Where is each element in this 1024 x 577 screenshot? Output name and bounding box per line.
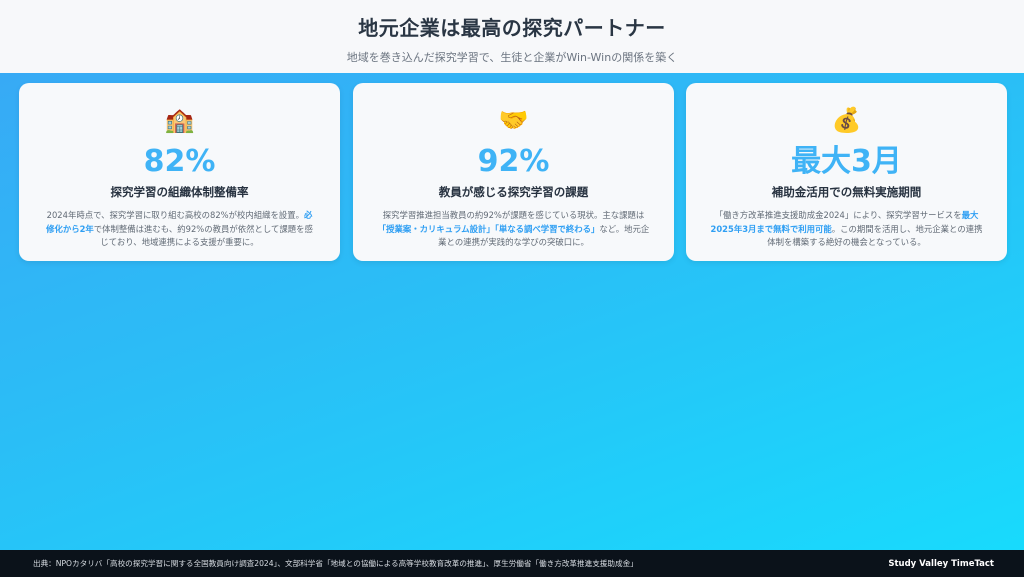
stat-label: 教員が感じる探究学習の課題	[438, 185, 589, 199]
handshake-icon: 🤝	[498, 106, 529, 134]
footer: 出典：NPOカタリバ「高校の探究学習に関する全国教員向け調査2024」、文部科学…	[0, 550, 1024, 577]
stat-card-organization: 🏫 82% 探究学習の組織体制整備率 2024年時点で、探究学習に取り組む高校の…	[19, 83, 340, 261]
stat-label: 補助金活用での無料実施期間	[771, 185, 922, 199]
header: 地元企業は最高の探究パートナー 地域を巻き込んだ探究学習で、生徒と企業がWin-…	[0, 0, 1024, 73]
stat-value: 92%	[477, 144, 550, 179]
stat-cards: 🏫 82% 探究学習の組織体制整備率 2024年時点で、探究学習に取り組む高校の…	[19, 83, 1007, 261]
stat-description: 探究学習推進担当教員の約92%が課題を感じている現状。主な課題は「授業案・カリキ…	[377, 209, 650, 250]
stat-card-teacher-issues: 🤝 92% 教員が感じる探究学習の課題 探究学習推進担当教員の約92%が課題を感…	[353, 83, 674, 261]
desc-text: 「働き方改革推進支援助成金2024」により、探究学習サービスを	[714, 210, 962, 220]
source-citation: 出典：NPOカタリバ「高校の探究学習に関する全国教員向け調査2024」、文部科学…	[33, 559, 638, 568]
page-title: 地元企業は最高の探究パートナー	[358, 16, 666, 40]
stat-value: 82%	[143, 144, 216, 179]
stat-label: 探究学習の組織体制整備率	[110, 185, 249, 199]
desc-text: 2024年時点で、探究学習に取り組む高校の82%が校内組織を設置。	[46, 210, 304, 220]
school-building-icon: 🏫	[164, 106, 195, 134]
brand-name: Study Valley TimeTact	[888, 558, 994, 569]
page-subtitle: 地域を巻き込んだ探究学習で、生徒と企業がWin-Winの関係を築く	[346, 51, 678, 64]
money-bag-icon: 💰	[831, 106, 862, 134]
desc-text: 探究学習推進担当教員の約92%が課題を感じている現状。主な課題は	[382, 210, 645, 220]
desc-text: で体制整備は進むも、約92%の教員が依然として課題を感じており、地域連携による支…	[93, 223, 313, 248]
stat-value: 最大3月	[791, 144, 902, 179]
desc-highlight: 「授業案・カリキュラム設計」「単なる調べ学習で終わる」	[377, 223, 600, 234]
stat-description: 2024年時点で、探究学習に取り組む高校の82%が校内組織を設置。必修化から2年…	[43, 209, 316, 250]
stat-card-subsidy: 💰 最大3月 補助金活用での無料実施期間 「働き方改革推進支援助成金2024」に…	[686, 83, 1007, 261]
stat-description: 「働き方改革推進支援助成金2024」により、探究学習サービスを最大2025年3月…	[710, 209, 983, 250]
